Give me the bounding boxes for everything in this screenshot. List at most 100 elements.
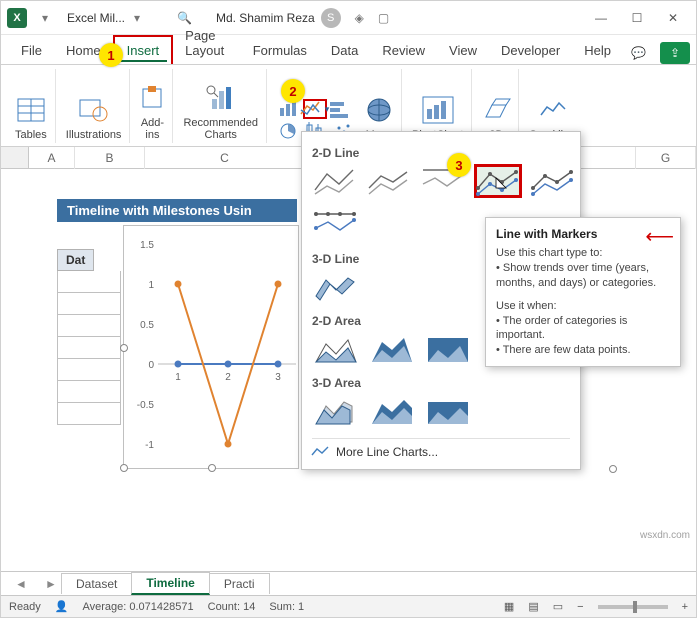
share-button[interactable]: ⇪ [660,42,690,64]
ribbon-options-icon[interactable]: ▢ [378,11,389,25]
recommended-charts-icon [206,79,236,117]
col-G[interactable]: G [636,147,696,169]
table-row[interactable] [57,403,121,425]
group-recommended-charts[interactable]: Recommended Charts [175,69,267,143]
line-markers-100[interactable] [312,208,360,242]
section-2d-line: 2-D Line [312,146,570,160]
status-sum: Sum: 1 [269,601,304,613]
attribution: wsxdn.com [640,530,690,541]
bar-chart-icon[interactable] [329,99,353,119]
status-bar: Ready 👤 Average: 0.071428571 Count: 14 S… [1,595,696,617]
table-row[interactable] [57,271,121,293]
red-arrow-icon: ⟵ [645,224,674,251]
area-stacked[interactable] [368,332,416,366]
zoom-slider[interactable] [598,605,668,609]
sheet-nav-prev[interactable]: ◄ [1,577,41,591]
tab-data[interactable]: Data [319,37,370,64]
chart-handle[interactable] [208,464,216,472]
avatar[interactable]: S [321,8,341,28]
area3d-stacked[interactable] [368,394,416,428]
pivotchart-icon [423,91,453,129]
area3d-basic[interactable] [312,394,360,428]
select-all-corner[interactable] [1,147,29,169]
tables-icon [17,91,45,129]
illustrations-icon [78,91,110,129]
area-100[interactable] [424,332,472,366]
line-with-markers[interactable] [474,164,522,198]
tab-view[interactable]: View [437,37,489,64]
annotation-3: 3 [447,153,471,177]
area3d-100[interactable] [424,394,472,428]
table-column [57,271,121,425]
chart-handle[interactable] [120,464,128,472]
annotation-2: 2 [281,79,305,103]
view-normal-icon[interactable]: ▦ [504,600,514,613]
group-addins[interactable]: Add- ins [132,69,173,143]
view-pagebreak-icon[interactable]: ▭ [553,600,563,613]
sheet-nav-next[interactable]: ► [41,577,61,591]
hierarchy-chart-icon[interactable] [277,121,301,141]
chart-handle[interactable] [120,344,128,352]
minimize-button[interactable]: — [584,4,618,32]
tab-help[interactable]: Help [572,37,623,64]
qat-dropdown-icon[interactable]: ▾ [33,11,57,25]
tab-developer[interactable]: Developer [489,37,572,64]
zoom-in[interactable]: + [682,601,688,613]
status-average: Average: 0.071428571 [83,601,194,613]
table-row[interactable] [57,315,121,337]
svg-text:-0.5: -0.5 [137,400,155,411]
table-row[interactable] [57,293,121,315]
tab-file[interactable]: File [9,37,54,64]
embedded-chart[interactable]: 1.5 1 0.5 0 -0.5 -1 1 2 3 [123,225,299,469]
col-C[interactable]: C [145,147,305,169]
section-3d-area: 3-D Area [312,376,570,390]
status-ready: Ready [9,601,41,613]
close-button[interactable]: ✕ [656,4,690,32]
addins-icon [140,79,164,117]
tooltip-title: Line with Markers [496,226,670,242]
title-cell: Timeline with Milestones Usin [57,199,297,222]
line-basic[interactable] [312,164,358,198]
svg-text:0: 0 [148,360,154,371]
doc-dropdown-icon[interactable]: ▾ [125,11,149,25]
comments-icon[interactable]: 💬 [623,42,654,64]
sheet-tabs: ◄ ► Dataset Timeline Practi [1,571,696,595]
svg-text:2: 2 [225,372,231,383]
chart-tooltip: ⟵ Line with Markers Use this chart type … [485,217,681,367]
svg-text:0.5: 0.5 [140,320,154,331]
sheet-practice[interactable]: Practi [209,573,270,594]
table-row[interactable] [57,337,121,359]
status-count: Count: 14 [208,601,256,613]
svg-text:1: 1 [148,280,154,291]
maximize-button[interactable]: ☐ [620,4,654,32]
group-illustrations[interactable]: Illustrations [58,69,131,143]
area-basic[interactable] [312,332,360,366]
line-markers-stacked[interactable] [530,164,576,198]
tab-formulas[interactable]: Formulas [241,37,319,64]
view-pagelayout-icon[interactable]: ▤ [528,600,538,613]
table-row[interactable] [57,359,121,381]
group-tables[interactable]: Tables [7,69,56,143]
zoom-out[interactable]: − [577,601,583,613]
svg-text:1: 1 [175,372,181,383]
annotation-1: 1 [99,43,123,67]
document-name: Excel Mil... [67,11,125,25]
sheet-dataset[interactable]: Dataset [61,573,132,594]
line-3d[interactable] [312,270,360,304]
svg-text:-1: -1 [145,440,154,451]
line-stacked[interactable] [366,164,412,198]
tab-pagelayout[interactable]: Page Layout [173,22,241,64]
more-line-charts[interactable]: More Line Charts... [312,438,570,459]
chart-svg: 1.5 1 0.5 0 -0.5 -1 1 2 3 [124,226,300,470]
maps-icon [365,91,393,129]
chart-handle[interactable] [609,465,617,473]
col-A[interactable]: A [29,147,75,169]
tab-review[interactable]: Review [370,37,437,64]
diamond-icon[interactable]: ◈ [355,11,364,25]
table-row[interactable] [57,381,121,403]
line-chart-dropdown[interactable]: ▾ [303,99,327,119]
svg-text:1.5: 1.5 [140,240,154,251]
sheet-timeline[interactable]: Timeline [131,572,209,595]
col-B[interactable]: B [75,147,145,169]
accessibility-icon[interactable]: 👤 [55,600,69,613]
